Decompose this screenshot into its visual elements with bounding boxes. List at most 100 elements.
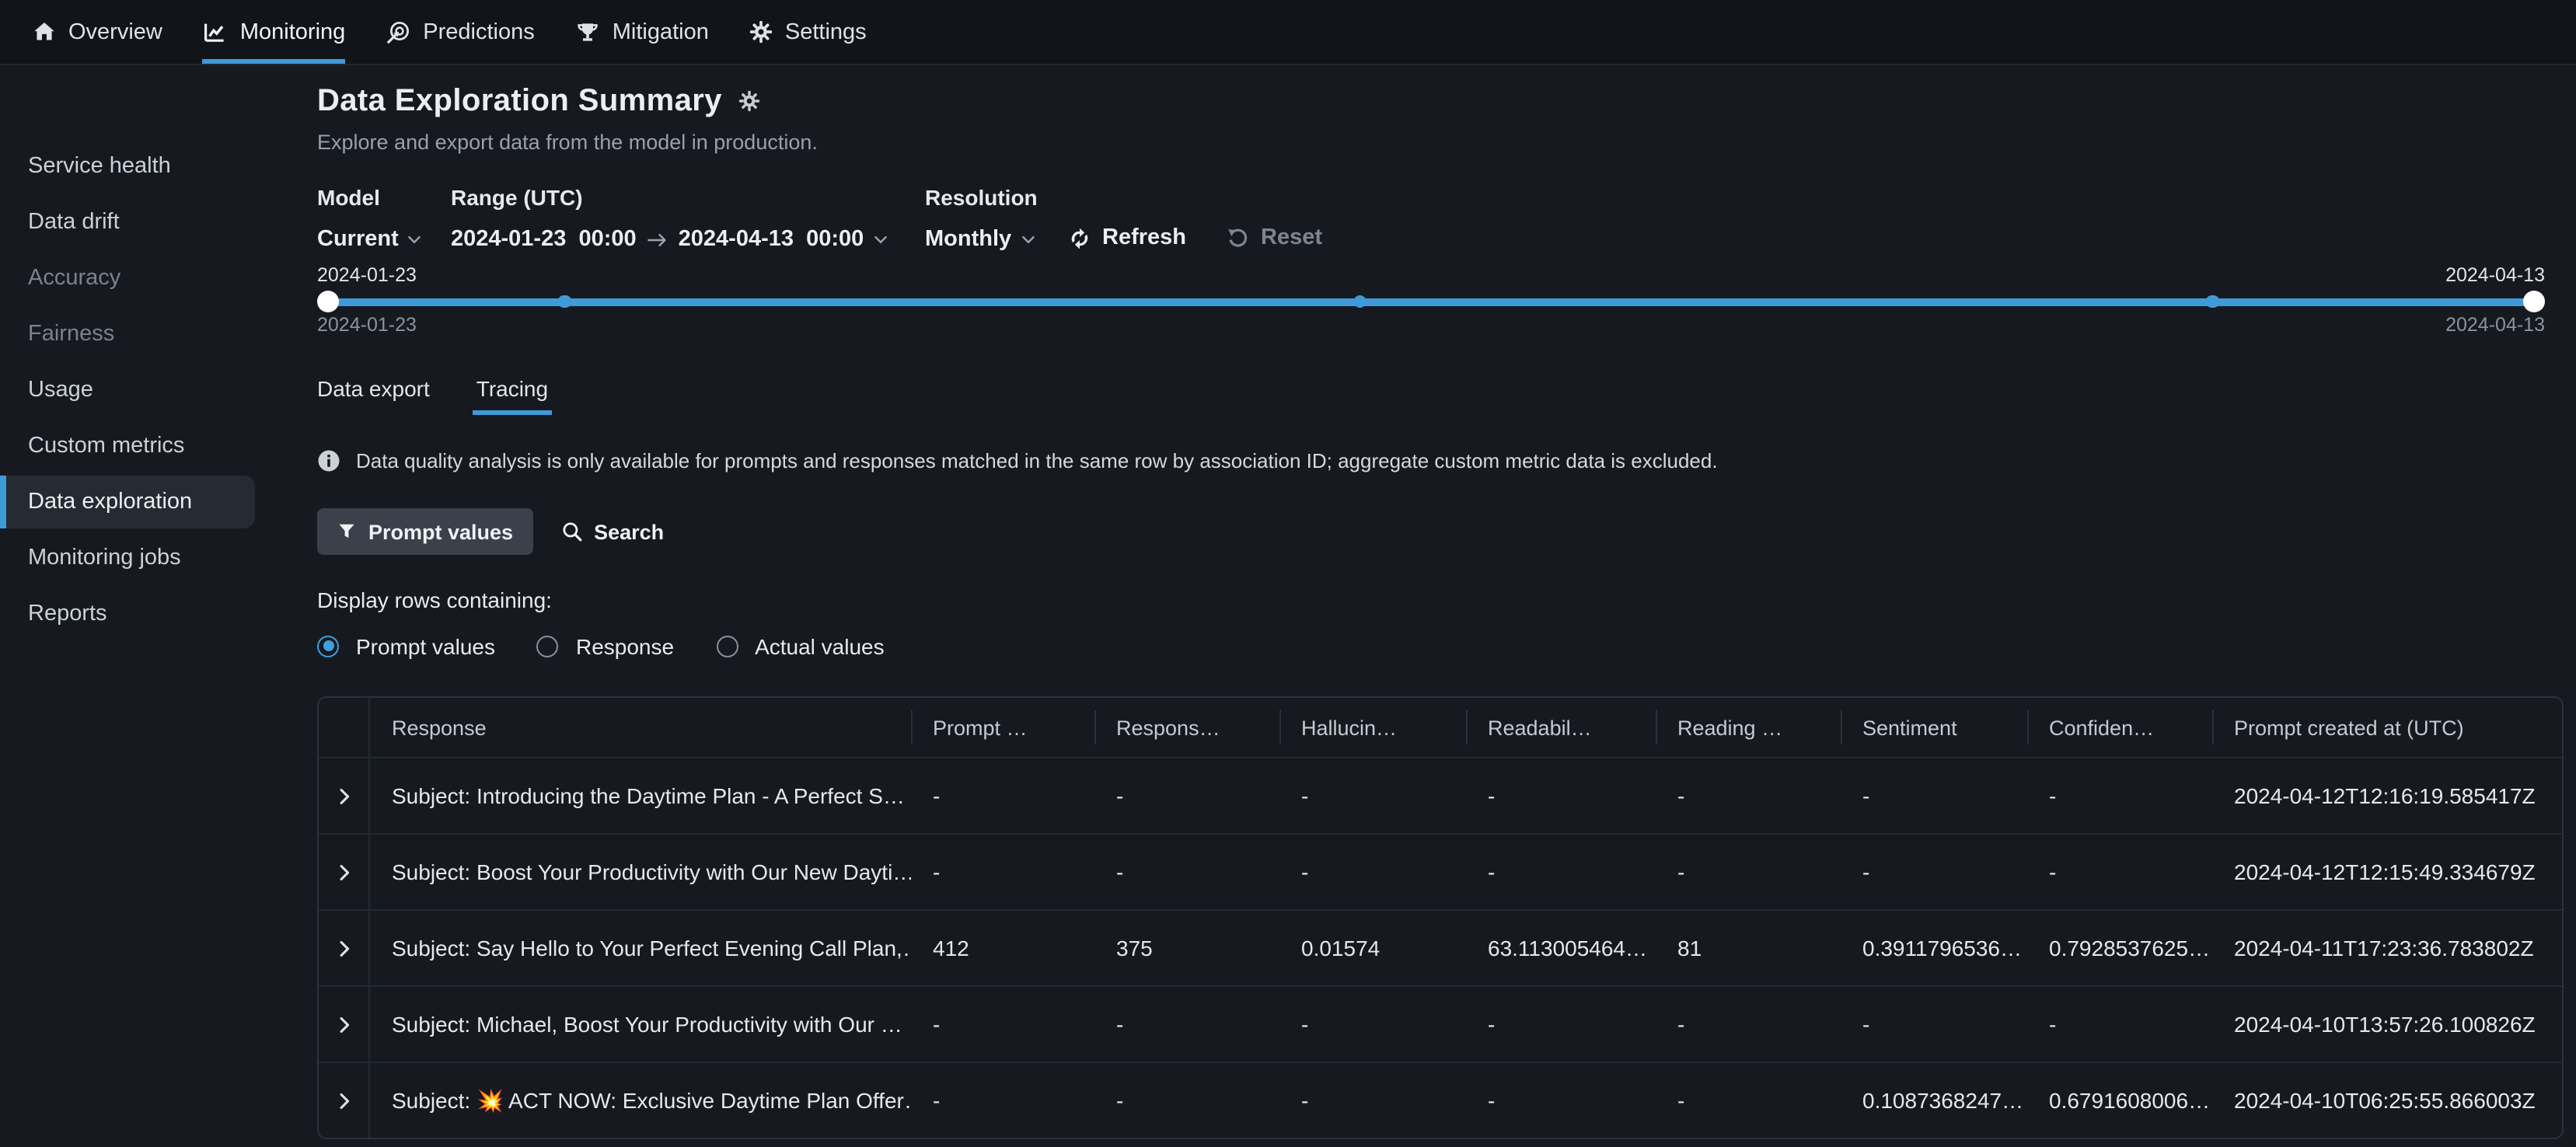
cell-hallucination: -	[1279, 758, 1466, 833]
row-expand-button[interactable]	[319, 1063, 370, 1138]
gear-icon	[749, 20, 773, 44]
sidebar-item-label: Data drift	[28, 210, 120, 235]
refresh-button[interactable]: Refresh	[1068, 222, 1186, 253]
nav-item-overview[interactable]: Overview	[33, 0, 183, 64]
info-banner-text: Data quality analysis is only available …	[356, 449, 1718, 472]
controls-bar: Model Current Range (UTC) 2024-01-23 00:…	[317, 185, 2564, 255]
reset-icon	[1227, 226, 1250, 249]
tab-bar: Data export Tracing	[317, 376, 2564, 415]
radio-button[interactable]	[537, 635, 559, 657]
slider-start-date-label: 2024-01-23	[317, 264, 417, 289]
sidebar-item-reports[interactable]: Reports	[0, 587, 295, 640]
radio-option-actual-values[interactable]: Actual values	[716, 633, 885, 658]
cell-prompt-created-at: 2024-04-11T17:23:36.783802Z	[2212, 911, 2562, 985]
sidebar-item-usage[interactable]: Usage	[0, 364, 295, 417]
range-select[interactable]: 2024-01-23 00:00 2024-04-13 00:00	[451, 224, 925, 255]
cell-readability: -	[1466, 758, 1656, 833]
target-cursor-icon	[386, 19, 410, 44]
cell-sentiment: 0.1087368247…	[1841, 1063, 2027, 1138]
sidebar-item-label: Accuracy	[28, 266, 120, 291]
cell-response: Subject: 💥 ACT NOW: Exclusive Daytime Pl…	[370, 1063, 911, 1138]
nav-item-mitigation[interactable]: Mitigation	[555, 0, 729, 64]
cell-hallucination: -	[1279, 987, 1466, 1062]
prompt-values-filter-button[interactable]: Prompt values	[317, 508, 533, 555]
sidebar-item-data-exploration[interactable]: Data exploration	[0, 476, 255, 528]
reset-button[interactable]: Reset	[1227, 222, 1322, 253]
cell-confidence: -	[2027, 758, 2212, 833]
cell-reading: -	[1656, 987, 1841, 1062]
radio-option-response[interactable]: Response	[537, 633, 674, 658]
slider-track[interactable]	[328, 298, 2534, 305]
column-header-hallucination: Hallucin…	[1279, 698, 1466, 757]
row-expand-button[interactable]	[319, 835, 370, 909]
cell-prompt-tokens: -	[911, 1063, 1094, 1138]
model-value: Current	[317, 227, 399, 252]
cell-prompt-tokens: 412	[911, 911, 1094, 985]
tracing-data-table: Response Prompt … Respons… Hallucin… Rea…	[317, 696, 2564, 1139]
column-header-response: Response	[370, 698, 911, 757]
sidebar-item-custom-metrics[interactable]: Custom metrics	[0, 420, 295, 472]
range-start-value: 2024-01-23 00:00	[451, 227, 637, 252]
column-header-readability: Readabil…	[1466, 698, 1656, 757]
cell-response-tokens: 375	[1094, 911, 1279, 985]
chevron-down-icon	[871, 231, 888, 248]
date-range-slider: 2024-01-23 2024-04-13 2024-01-23 2024-04…	[317, 264, 2545, 339]
nav-item-settings[interactable]: Settings	[729, 0, 887, 64]
sidebar-item-label: Monitoring jobs	[28, 546, 181, 570]
sidebar-item-service-health[interactable]: Service health	[0, 140, 295, 193]
cell-prompt-tokens: -	[911, 758, 1094, 833]
column-header-reading: Reading …	[1656, 698, 1841, 757]
cell-prompt-created-at: 2024-04-10T13:57:26.100826Z	[2212, 987, 2562, 1062]
reset-label: Reset	[1261, 225, 1322, 250]
slider-end-handle[interactable]	[2523, 291, 2545, 312]
slider-month-marker	[1353, 295, 1367, 309]
sidebar-item-monitoring-jobs[interactable]: Monitoring jobs	[0, 532, 295, 584]
column-header-sentiment: Sentiment	[1841, 698, 2027, 757]
cell-prompt-created-at: 2024-04-10T06:25:55.866003Z	[2212, 1063, 2562, 1138]
resolution-select[interactable]: Monthly	[925, 224, 1068, 255]
cell-prompt-created-at: 2024-04-12T12:15:49.334679Z	[2212, 835, 2562, 909]
column-header-prompt-created-at: Prompt created at (UTC)	[2212, 698, 2562, 757]
cell-confidence: 0.7928537625…	[2027, 911, 2212, 985]
cell-response: Subject: Introducing the Daytime Plan - …	[370, 758, 911, 833]
radio-button-selected[interactable]	[317, 635, 339, 657]
radio-option-prompt-values[interactable]: Prompt values	[317, 633, 495, 658]
cell-reading: -	[1656, 1063, 1841, 1138]
cell-reading: -	[1656, 758, 1841, 833]
nav-item-monitoring[interactable]: Monitoring	[183, 0, 365, 64]
cell-readability: 63.113005464…	[1466, 911, 1656, 985]
refresh-icon	[1068, 226, 1091, 249]
column-header-prompt-tokens: Prompt …	[911, 698, 1094, 757]
cell-response: Subject: Say Hello to Your Perfect Eveni…	[370, 911, 911, 985]
cell-prompt-created-at: 2024-04-12T12:16:19.585417Z	[2212, 758, 2562, 833]
main-content: Data Exploration Summary	[295, 65, 2576, 1147]
cell-readability: -	[1466, 987, 1656, 1062]
sidebar-item-fairness[interactable]: Fairness	[0, 308, 295, 361]
home-icon	[33, 20, 56, 44]
nav-item-predictions[interactable]: Predictions	[365, 0, 554, 64]
row-expand-button[interactable]	[319, 758, 370, 833]
display-rows-label: Display rows containing:	[317, 587, 2564, 614]
display-rows-radio-group: Prompt values Response Actual values	[317, 634, 2564, 657]
sidebar-item-data-drift[interactable]: Data drift	[0, 196, 295, 249]
cell-confidence: 0.6791608006…	[2027, 1063, 2212, 1138]
range-end-value: 2024-04-13 00:00	[679, 227, 864, 252]
page-settings-gear-icon[interactable]	[739, 90, 761, 112]
cell-hallucination: -	[1279, 1063, 1466, 1138]
row-expand-button[interactable]	[319, 911, 370, 985]
cell-readability: -	[1466, 1063, 1656, 1138]
radio-button[interactable]	[716, 635, 738, 657]
sidebar-item-accuracy[interactable]: Accuracy	[0, 252, 295, 305]
row-expand-button[interactable]	[319, 987, 370, 1062]
sidebar-item-label: Custom metrics	[28, 434, 184, 458]
model-select[interactable]: Current	[317, 224, 451, 255]
tab-data-export[interactable]: Data export	[317, 376, 430, 415]
chart-line-icon	[203, 19, 228, 44]
slider-start-handle[interactable]	[317, 291, 339, 312]
cell-response: Subject: Boost Your Productivity with Ou…	[370, 835, 911, 909]
cell-response-tokens: -	[1094, 835, 1279, 909]
nav-item-label: Overview	[68, 19, 162, 44]
tab-tracing[interactable]: Tracing	[476, 376, 548, 415]
info-icon	[317, 449, 340, 472]
search-button[interactable]: Search	[547, 508, 678, 555]
